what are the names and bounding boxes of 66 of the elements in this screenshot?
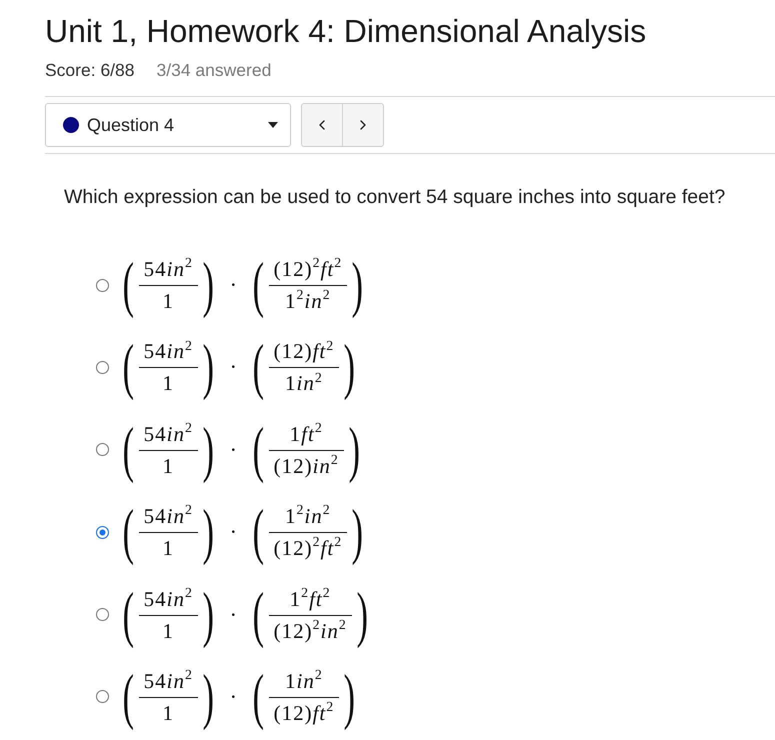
open-parenthesis: ( (122, 584, 134, 646)
fraction-numerator: 54in$^{2}$ (138, 338, 198, 368)
radio-button[interactable] (96, 278, 109, 292)
multiplication-dot: · (230, 519, 237, 546)
close-parenthesis: ) (202, 666, 214, 728)
multiplication-dot: · (230, 684, 237, 710)
radio-button[interactable] (96, 360, 109, 374)
open-parenthesis: ( (252, 666, 264, 728)
fraction-numerator: 1in$^{2}$ (268, 668, 340, 698)
fraction-denominator: (12)ft$^{2}$ (272, 698, 336, 726)
close-parenthesis: ) (352, 254, 364, 316)
fraction-numerator: 54in$^{2}$ (138, 668, 198, 698)
fraction-denominator: 1 (162, 288, 176, 314)
question-dropdown[interactable]: Question 4 (45, 103, 291, 147)
fraction-denominator: (12)$^{2}$in$^{2}$ (272, 616, 348, 644)
fraction-numerator: 54in$^{2}$ (138, 256, 198, 286)
multiplication-dot: · (230, 272, 237, 298)
radio-button[interactable] (96, 443, 109, 456)
fraction-denominator: 1in$^{2}$ (284, 368, 324, 396)
fraction-numerator: (12)ft$^{2}$ (268, 338, 340, 368)
close-parenthesis: ) (202, 501, 214, 564)
close-parenthesis: ) (202, 418, 214, 481)
fraction-denominator: 1$^{2}$in$^{2}$ (284, 286, 332, 314)
close-parenthesis: ) (344, 336, 356, 398)
progress-text: 3/34 answered (156, 59, 272, 81)
open-parenthesis: ( (252, 501, 264, 564)
radio-button[interactable] (96, 608, 109, 622)
close-parenthesis: ) (348, 418, 360, 481)
open-parenthesis: ( (252, 336, 264, 398)
close-parenthesis: ) (202, 336, 214, 398)
close-parenthesis: ) (344, 666, 356, 728)
close-parenthesis: ) (352, 501, 364, 564)
open-parenthesis: ( (122, 254, 134, 316)
fraction-numerator: 54in$^{2}$ (138, 586, 198, 616)
fraction-numerator: 1$^{2}$in$^{2}$ (268, 503, 348, 534)
score-text: Score: 6/88 (45, 59, 134, 81)
caret-down-icon (268, 122, 278, 128)
fraction-denominator: 1 (162, 618, 176, 644)
open-parenthesis: ( (122, 501, 134, 564)
radio-button[interactable] (96, 690, 109, 704)
open-parenthesis: ( (252, 254, 264, 316)
multiplication-dot: · (230, 436, 237, 463)
fraction-numerator: 54in$^{2}$ (138, 503, 198, 534)
fraction-numerator: 54in$^{2}$ (138, 420, 198, 451)
open-parenthesis: ( (252, 584, 264, 646)
fraction-denominator: 1 (162, 535, 176, 562)
fraction-denominator: 1 (162, 452, 176, 479)
fraction-numerator: (12)$^{2}$ft$^{2}$ (268, 256, 348, 286)
page-title: Unit 1, Homework 4: Dimensional Analysis (45, 12, 648, 50)
open-parenthesis: ( (122, 418, 134, 481)
open-parenthesis: ( (252, 418, 264, 481)
open-parenthesis: ( (122, 336, 134, 398)
radio-button[interactable] (96, 526, 109, 539)
question-text: Which expression can be used to convert 54 square inches into square feet? (64, 185, 726, 210)
open-parenthesis: ( (122, 666, 134, 728)
close-parenthesis: ) (202, 584, 214, 646)
fraction-denominator: 1 (162, 700, 176, 726)
close-parenthesis: ) (202, 254, 214, 316)
close-parenthesis: ) (356, 584, 368, 646)
fraction-numerator: 1$^{2}$ft$^{2}$ (268, 586, 352, 616)
fraction-denominator: (12)$^{2}$ft$^{2}$ (272, 533, 344, 562)
fraction-numerator: 1ft$^{2}$ (268, 420, 344, 451)
fraction-denominator: 1 (162, 370, 176, 396)
fraction-denominator: (12)in$^{2}$ (272, 451, 340, 479)
multiplication-dot: · (230, 354, 237, 380)
multiplication-dot: · (230, 602, 237, 628)
